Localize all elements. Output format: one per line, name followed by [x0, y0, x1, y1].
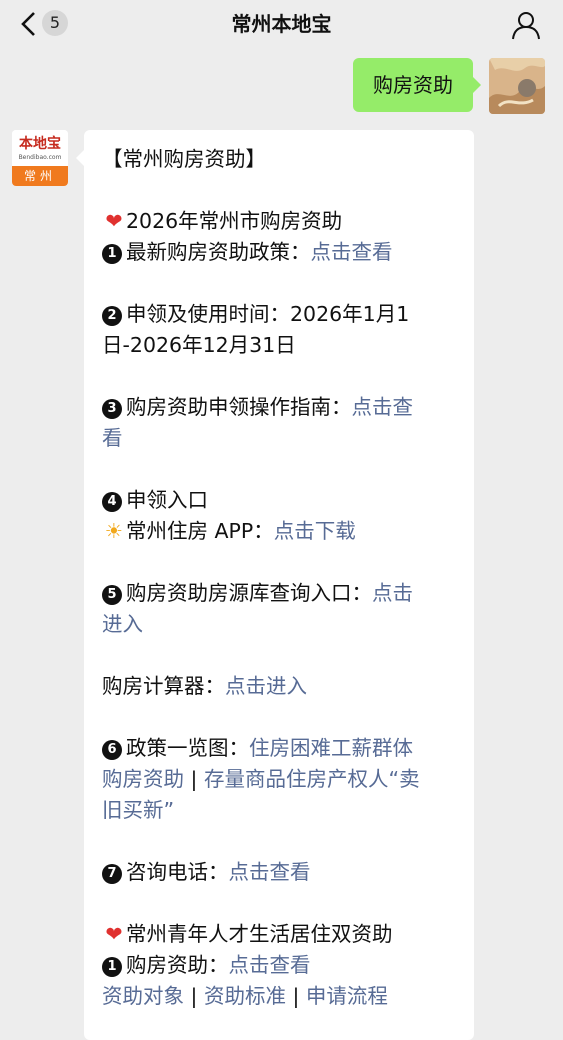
- sent-message-bubble[interactable]: 购房资助: [353, 58, 481, 112]
- item3: 3 购房资助申领操作指南：点击查: [102, 392, 458, 423]
- item6-continued: 购房资助 | 存量商品住房产权人“卖: [102, 767, 420, 791]
- number-2-icon: 2: [102, 306, 122, 326]
- application-process-link[interactable]: 申请流程: [306, 984, 388, 1008]
- heart-icon: ❤: [105, 922, 123, 946]
- article-title: 【常州购房资助】: [102, 147, 266, 171]
- nav-bar: 5 常州本地宝: [0, 0, 563, 48]
- message-content: 【常州购房资助】 ❤ 2026年常州市购房资助 1 最新购房资助政策：点击查看 2申…: [102, 144, 458, 1012]
- item1: 1 最新购房资助政策：点击查看: [102, 237, 458, 268]
- item3-link-continued[interactable]: 看: [102, 423, 458, 454]
- number-6-icon: 6: [102, 740, 122, 760]
- policy-map-link-2[interactable]: 存量商品住房产权人“卖: [204, 767, 420, 791]
- item5: 5 购房资助房源库查询入口：点击: [102, 578, 458, 609]
- sun-icon: ☀: [104, 519, 124, 543]
- item6: 6 政策一览图：住房困难工薪群体: [102, 733, 458, 764]
- item5-link-continued[interactable]: 进入: [102, 609, 458, 640]
- s2-item1-link[interactable]: 点击查看: [229, 953, 311, 977]
- number-4-icon: 4: [102, 492, 122, 512]
- number-1-icon: 1: [102, 244, 122, 264]
- item2: 2 申领及使用时间：2026年1月1: [102, 299, 458, 330]
- user-icon[interactable]: [511, 10, 541, 40]
- policy-map-link-1-continued[interactable]: 购房资助: [102, 767, 184, 791]
- policy-map-link-1[interactable]: 住房困难工薪群体: [249, 736, 413, 760]
- number-3-icon: 3: [102, 399, 122, 419]
- policy-map-link-2-continued[interactable]: 旧买新”: [102, 795, 458, 826]
- calculator: 购房计算器：点击进入: [102, 674, 307, 698]
- avatar-image: [489, 58, 545, 114]
- section2-heading: ❤ 常州青年人才生活居住双资助: [102, 919, 458, 950]
- account-logo: 本地宝 Bendibao.com: [12, 130, 68, 166]
- item5-link[interactable]: 点击: [372, 581, 413, 605]
- item1-link[interactable]: 点击查看: [311, 240, 393, 264]
- received-message-bubble: 【常州购房资助】 ❤ 2026年常州市购房资助 1 最新购房资助政策：点击查看 2申…: [76, 130, 474, 1040]
- item4: 4 申领入口: [102, 485, 458, 516]
- number-7-icon: 7: [102, 864, 122, 884]
- item7: 7 咨询电话：点击查看: [102, 857, 458, 888]
- funding-standard-link[interactable]: 资助标准: [204, 984, 286, 1008]
- s2-item1: 1 购房资助：点击查看: [102, 950, 458, 981]
- chat-title: 常州本地宝: [231, 12, 332, 36]
- calculator-link[interactable]: 点击进入: [225, 674, 307, 698]
- phone-link[interactable]: 点击查看: [229, 860, 311, 884]
- section1-heading: ❤ 2026年常州市购房资助: [102, 206, 458, 237]
- item3-link[interactable]: 点击查: [352, 395, 414, 419]
- item2-continued: 日-2026年12月31日: [102, 333, 296, 357]
- my-avatar[interactable]: [489, 58, 545, 114]
- item4-app: ☀ 常州住房 APP：点击下载: [102, 516, 458, 547]
- account-city-label: 常州: [12, 166, 68, 186]
- number-1-icon: 1: [102, 957, 122, 977]
- account-avatar[interactable]: 本地宝 Bendibao.com 常州: [12, 130, 68, 186]
- heart-icon: ❤: [105, 209, 123, 233]
- funding-target-link[interactable]: 资助对象: [102, 984, 184, 1008]
- app-download-link[interactable]: 点击下载: [274, 519, 356, 543]
- s2-links: 资助对象 | 资助标准 | 申请流程: [102, 984, 388, 1008]
- number-5-icon: 5: [102, 585, 122, 605]
